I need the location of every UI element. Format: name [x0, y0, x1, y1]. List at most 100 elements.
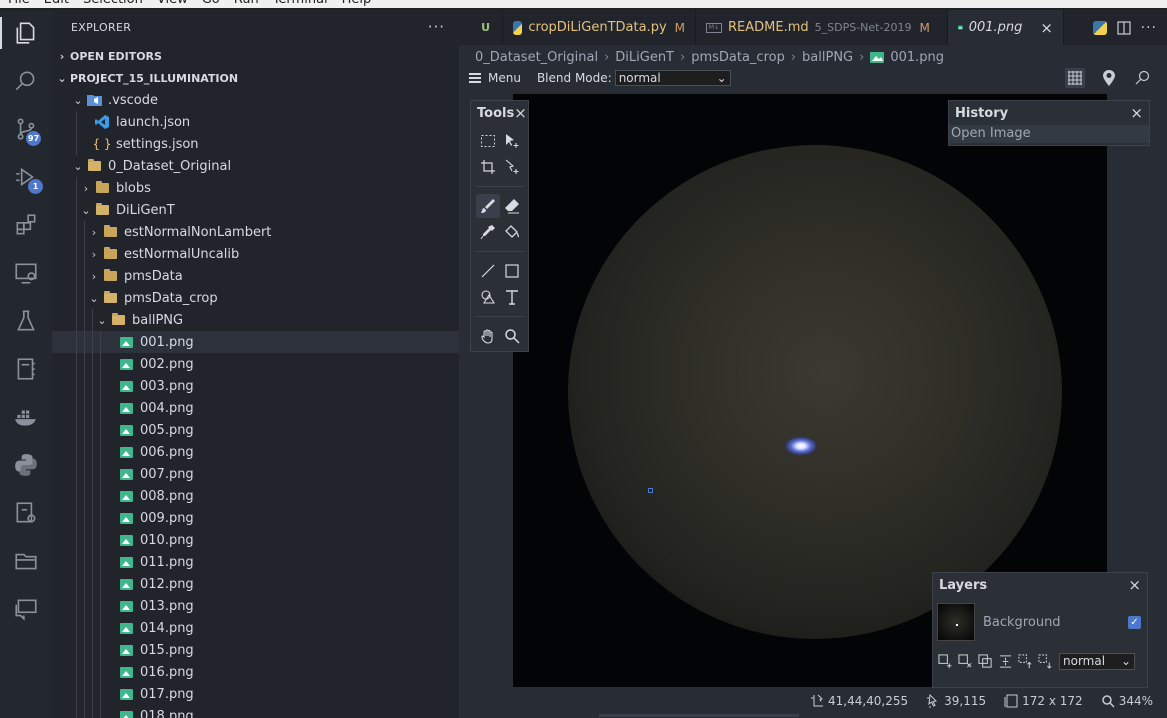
menu-button[interactable]: Menu [469, 71, 521, 85]
layer-visibility-checkbox[interactable]: ✓ [1128, 615, 1141, 629]
tab-crop-script[interactable]: cropDiLiGenTData.py M [503, 10, 696, 45]
tree-file[interactable]: 015.png [52, 639, 459, 661]
crop-icon[interactable] [476, 155, 500, 179]
tree-file[interactable]: 004.png [52, 397, 459, 419]
notebook-icon[interactable] [0, 349, 52, 389]
run-debug-icon[interactable]: 1 [0, 157, 52, 197]
menu-item[interactable]: Go [202, 0, 220, 7]
zoom-icon[interactable] [500, 324, 524, 348]
tree-file[interactable]: 011.png [52, 551, 459, 573]
project-section[interactable]: ⌄ PROJECT_15_ILLUMINATION [52, 67, 459, 89]
delete-layer-icon[interactable] [957, 653, 973, 669]
tree-file[interactable]: 014.png [52, 617, 459, 639]
layer-blend-select[interactable]: normal ⌄ [1059, 652, 1135, 670]
eyedropper-icon[interactable] [476, 220, 500, 244]
tree-file[interactable]: 017.png [52, 683, 459, 705]
tree-folder[interactable]: › pmsData [52, 265, 459, 287]
breadcrumb-item[interactable]: pmsData_crop [691, 50, 785, 65]
merge-layer-icon[interactable] [997, 653, 1013, 669]
move-select-icon[interactable] [500, 129, 524, 153]
duplicate-layer-icon[interactable] [977, 653, 993, 669]
breadcrumb-item[interactable]: DiLiGenT [615, 50, 674, 65]
tree-file[interactable]: 002.png [52, 353, 459, 375]
rectangle-icon[interactable] [500, 259, 524, 283]
python-icon[interactable] [0, 445, 52, 485]
text-icon[interactable] [500, 285, 524, 309]
tree-file[interactable]: { } settings.json [52, 133, 459, 155]
close-tab-icon[interactable]: × [1040, 19, 1053, 37]
add-select-icon[interactable] [500, 155, 524, 179]
menu-item[interactable]: Run [234, 0, 259, 7]
extensions-icon[interactable] [0, 205, 52, 245]
menu-item[interactable]: Help [342, 0, 372, 7]
open-editors-section[interactable]: › OPEN EDITORS [52, 45, 459, 67]
tree-file[interactable]: 013.png [52, 595, 459, 617]
tree-folder[interactable]: › estNormalNonLambert [52, 221, 459, 243]
hand-icon[interactable] [476, 324, 500, 348]
tree-folder[interactable]: ⌄ ballPNG [52, 309, 459, 331]
tree-file[interactable]: 009.png [52, 507, 459, 529]
tree-folder[interactable]: ⌄ DiLiGenT [52, 199, 459, 221]
breadcrumb-item[interactable]: 001.png [890, 50, 944, 65]
tree-file[interactable]: 001.png [52, 331, 459, 353]
close-icon[interactable]: × [1128, 576, 1141, 594]
blend-mode-select[interactable]: normal ⌄ [614, 70, 731, 86]
explorer-icon[interactable] [0, 13, 52, 53]
testing-icon[interactable] [0, 301, 52, 341]
close-icon[interactable]: × [514, 104, 527, 122]
run-python-icon[interactable] [1092, 20, 1107, 35]
source-control-icon[interactable]: 97 [0, 109, 52, 149]
fill-bucket-icon[interactable] [500, 220, 524, 244]
tree-folder[interactable]: › blobs [52, 177, 459, 199]
tree-folder[interactable]: ⌄ 0_Dataset_Original [52, 155, 459, 177]
tree-file[interactable]: launch.json [52, 111, 459, 133]
eraser-icon[interactable] [500, 194, 524, 218]
tree-file[interactable]: 003.png [52, 375, 459, 397]
tree-file[interactable]: 006.png [52, 441, 459, 463]
move-layer-down-icon[interactable] [1037, 653, 1053, 669]
tree-file[interactable]: 010.png [52, 529, 459, 551]
horizontal-scrollbar[interactable] [459, 713, 1167, 718]
menu-item[interactable]: Edit [44, 0, 69, 7]
pin-icon[interactable] [1099, 68, 1119, 88]
grid-icon[interactable] [1065, 68, 1085, 88]
tree-file[interactable]: 018.png [52, 705, 459, 718]
move-layer-up-icon[interactable] [1017, 653, 1033, 669]
tree-folder[interactable]: ⌄ .vscode [52, 89, 459, 111]
menu-item[interactable]: File [8, 0, 30, 7]
add-layer-icon[interactable] [937, 653, 953, 669]
more-actions-icon[interactable]: ··· [1141, 20, 1157, 36]
close-icon[interactable]: × [1130, 104, 1143, 122]
tree-file[interactable]: 005.png [52, 419, 459, 441]
zoom-status[interactable]: 344% [1101, 694, 1153, 708]
breadcrumb-item[interactable]: 0_Dataset_Original [475, 50, 598, 65]
tree-file[interactable]: 008.png [52, 485, 459, 507]
shapes-icon[interactable] [476, 285, 500, 309]
menu-item[interactable]: Selection [83, 0, 143, 7]
more-actions-icon[interactable]: ··· [428, 18, 445, 36]
brush-icon[interactable] [476, 194, 500, 218]
tree-file[interactable]: 007.png [52, 463, 459, 485]
search-icon[interactable] [0, 61, 52, 101]
history-item[interactable]: Open Image [949, 125, 1149, 143]
line-icon[interactable] [476, 259, 500, 283]
tab-001-png[interactable]: 001.png × [948, 10, 1064, 45]
tree-folder[interactable]: › estNormalUncalib [52, 243, 459, 265]
tree-file[interactable]: 016.png [52, 661, 459, 683]
tree-file[interactable]: 012.png [52, 573, 459, 595]
pixel-inspect-icon[interactable] [1133, 68, 1153, 88]
tree-folder[interactable]: ⌄ pmsData_crop [52, 287, 459, 309]
layer-row[interactable]: Background ✓ [937, 601, 1143, 643]
marquee-select-icon[interactable] [476, 129, 500, 153]
docker-icon[interactable] [0, 397, 52, 437]
menu-item[interactable]: View [157, 0, 188, 7]
breadcrumb-item[interactable]: ballPNG [802, 50, 853, 65]
split-editor-icon[interactable] [1117, 20, 1131, 35]
remote-explorer-icon[interactable] [0, 253, 52, 293]
tab-previous[interactable]: U [459, 10, 503, 45]
tab-readme[interactable]: M↓ README.md 5_SDPS-Net-2019 M [696, 10, 948, 45]
menu-item[interactable]: Terminal [273, 0, 328, 7]
comments-icon[interactable] [0, 589, 52, 629]
remote-config-icon[interactable] [0, 493, 52, 533]
folder-manager-icon[interactable] [0, 541, 52, 581]
